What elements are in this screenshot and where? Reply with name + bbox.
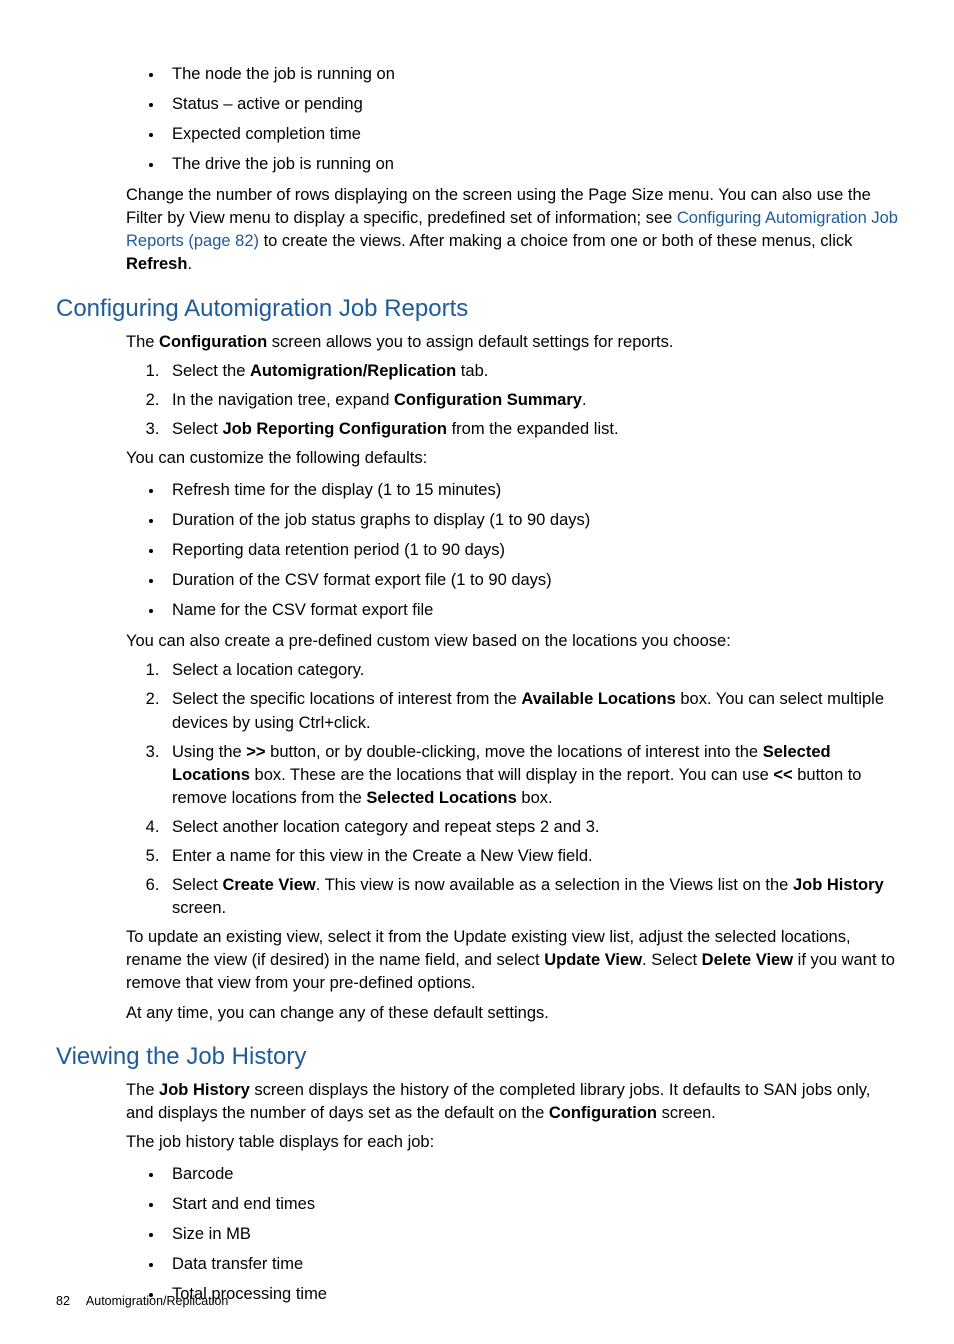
list-item: Start and end times bbox=[164, 1190, 898, 1218]
footer-section-name: Automigration/Replication bbox=[86, 1294, 228, 1308]
text: Select bbox=[172, 876, 222, 894]
intro-block: The node the job is running on Status – … bbox=[126, 60, 898, 277]
heading-configuring-automigration: Configuring Automigration Job Reports bbox=[56, 295, 898, 323]
steps-list-1: Select the Automigration/Replication tab… bbox=[126, 360, 898, 441]
intro-bullet-list: The node the job is running on Status – … bbox=[126, 60, 898, 178]
list-item: Reporting data retention period (1 to 90… bbox=[164, 536, 898, 564]
text: to create the views. After making a choi… bbox=[259, 232, 852, 250]
paragraph: The Job History screen displays the hist… bbox=[126, 1079, 898, 1125]
bold-text: Create View bbox=[222, 876, 315, 894]
text: . bbox=[187, 255, 192, 273]
text: In the navigation tree, expand bbox=[172, 391, 394, 409]
list-item: Duration of the CSV format export file (… bbox=[164, 566, 898, 594]
list-item: Refresh time for the display (1 to 15 mi… bbox=[164, 476, 898, 504]
section-2-body: The Job History screen displays the hist… bbox=[126, 1079, 898, 1309]
bold-text: Job History bbox=[793, 876, 884, 894]
text: . Select bbox=[642, 951, 702, 969]
list-item: Select the specific locations of interes… bbox=[164, 688, 898, 734]
list-item: Select another location category and rep… bbox=[164, 816, 898, 839]
bold-text: Configuration bbox=[549, 1104, 657, 1122]
text: . This view is now available as a select… bbox=[316, 876, 793, 894]
paragraph: To update an existing view, select it fr… bbox=[126, 926, 898, 995]
list-item: Size in MB bbox=[164, 1220, 898, 1248]
text: from the expanded list. bbox=[447, 420, 619, 438]
bold-text: Job History bbox=[159, 1081, 250, 1099]
text: The bbox=[126, 333, 159, 351]
bold-text: Available Locations bbox=[521, 690, 675, 708]
list-item: The node the job is running on bbox=[164, 60, 898, 88]
section-1-body: The Configuration screen allows you to a… bbox=[126, 331, 898, 1025]
text: Select bbox=[172, 420, 222, 438]
intro-paragraph: Change the number of rows displaying on … bbox=[126, 184, 898, 276]
bold-text: Delete View bbox=[702, 951, 793, 969]
text: Select the specific locations of interes… bbox=[172, 690, 521, 708]
list-item: Data transfer time bbox=[164, 1250, 898, 1278]
text: . bbox=[582, 391, 587, 409]
page-footer: 82 Automigration/Replication bbox=[56, 1294, 228, 1308]
list-item: Status – active or pending bbox=[164, 90, 898, 118]
text: screen. bbox=[657, 1104, 716, 1122]
text: Using the bbox=[172, 743, 246, 761]
heading-viewing-job-history: Viewing the Job History bbox=[56, 1043, 898, 1071]
text: box. These are the locations that will d… bbox=[250, 766, 773, 784]
bold-text: Refresh bbox=[126, 255, 187, 273]
text: tab. bbox=[456, 362, 488, 380]
list-item: In the navigation tree, expand Configura… bbox=[164, 389, 898, 412]
paragraph: The Configuration screen allows you to a… bbox=[126, 331, 898, 354]
bold-text: << bbox=[773, 766, 792, 784]
bold-text: Selected Locations bbox=[366, 789, 516, 807]
text: screen allows you to assign default sett… bbox=[267, 333, 673, 351]
paragraph: At any time, you can change any of these… bbox=[126, 1002, 898, 1025]
list-item: Select Job Reporting Configuration from … bbox=[164, 418, 898, 441]
job-history-bullets: Barcode Start and end times Size in MB D… bbox=[126, 1160, 898, 1308]
paragraph: You can also create a pre-defined custom… bbox=[126, 630, 898, 653]
list-item: Total processing time bbox=[164, 1280, 898, 1308]
bold-text: Configuration Summary bbox=[394, 391, 582, 409]
paragraph: You can customize the following defaults… bbox=[126, 447, 898, 470]
text: screen. bbox=[172, 899, 226, 917]
list-item: Expected completion time bbox=[164, 120, 898, 148]
text: box. bbox=[517, 789, 553, 807]
bold-text: Job Reporting Configuration bbox=[222, 420, 447, 438]
list-item: Name for the CSV format export file bbox=[164, 596, 898, 624]
list-item: Duration of the job status graphs to dis… bbox=[164, 506, 898, 534]
text: The bbox=[126, 1081, 159, 1099]
text: Select the bbox=[172, 362, 250, 380]
document-page: The node the job is running on Status – … bbox=[0, 0, 954, 1344]
bold-text: Automigration/Replication bbox=[250, 362, 456, 380]
list-item: Using the >> button, or by double-clicki… bbox=[164, 741, 898, 810]
bold-text: Update View bbox=[544, 951, 642, 969]
defaults-list: Refresh time for the display (1 to 15 mi… bbox=[126, 476, 898, 624]
steps-list-2: Select a location category. Select the s… bbox=[126, 659, 898, 920]
bold-text: Configuration bbox=[159, 333, 267, 351]
list-item: Barcode bbox=[164, 1160, 898, 1188]
bold-text: >> bbox=[246, 743, 265, 761]
page-number: 82 bbox=[56, 1294, 70, 1308]
list-item: Select a location category. bbox=[164, 659, 898, 682]
list-item: Select Create View. This view is now ava… bbox=[164, 874, 898, 920]
text: button, or by double-clicking, move the … bbox=[266, 743, 763, 761]
list-item: Select the Automigration/Replication tab… bbox=[164, 360, 898, 383]
list-item: Enter a name for this view in the Create… bbox=[164, 845, 898, 868]
paragraph: The job history table displays for each … bbox=[126, 1131, 898, 1154]
list-item: The drive the job is running on bbox=[164, 150, 898, 178]
